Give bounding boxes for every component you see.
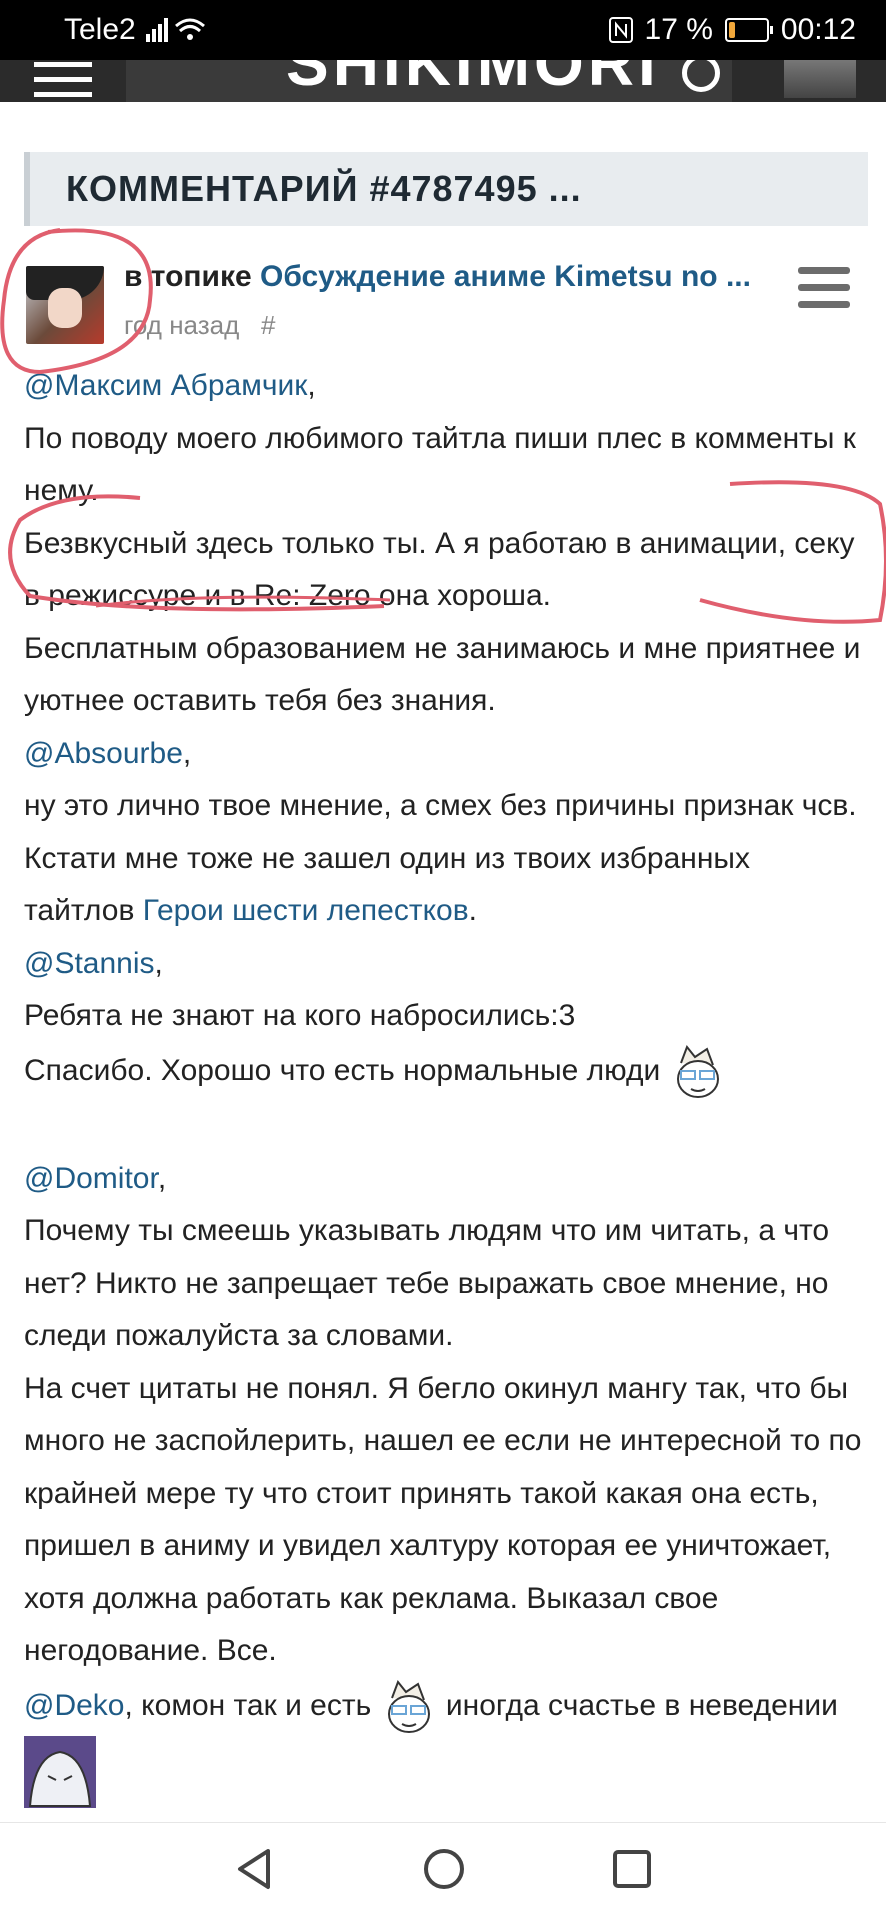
paragraph: Спасибо. Хорошо что есть нормальные люди <box>24 1043 866 1101</box>
battery-icon <box>724 18 773 42</box>
signal-wifi-icon <box>146 18 205 42</box>
home-icon[interactable] <box>422 1847 466 1891</box>
mention-link[interactable]: @Максим Абрамчик <box>24 369 307 402</box>
topic-line: в топике Обсуждение аниме Kimetsu no ... <box>124 260 754 294</box>
paragraph: @Domitor, <box>24 1161 167 1195</box>
smiley-icon <box>676 1044 719 1098</box>
back-icon[interactable] <box>234 1847 274 1891</box>
paragraph: Безвкусный здесь только ты. А я работаю … <box>24 526 855 613</box>
battery-percent: 17 % <box>644 13 713 46</box>
post-meta: год назад # <box>124 310 275 341</box>
text-segment: Спасибо. Хорошо что есть нормальные люди <box>24 1053 661 1087</box>
avatar[interactable] <box>26 266 104 344</box>
mention-link[interactable]: @Stannis <box>24 947 155 980</box>
comment-header: КОММЕНТАРИЙ #4787495 ... <box>24 152 868 226</box>
paragraph: ну это лично твое мнение, а смех без при… <box>24 789 857 927</box>
menu-icon[interactable] <box>34 62 92 102</box>
post-time[interactable]: год назад <box>124 310 239 340</box>
topic-prefix: в топике <box>124 260 252 293</box>
app-header: SHIKIMORI <box>0 60 886 102</box>
clock: 00:12 <box>780 13 856 46</box>
brand-logo: SHIKIMORI <box>286 60 660 99</box>
brand-logo-area[interactable]: SHIKIMORI <box>126 60 732 102</box>
paragraph: Бесплатным образованием не занимаюсь и м… <box>24 631 861 718</box>
user-avatar[interactable] <box>784 60 856 98</box>
text-segment: иногда счастье в неведении <box>445 1688 838 1722</box>
topic-link[interactable]: Обсуждение аниме Kimetsu no ... <box>260 260 751 293</box>
anime-link[interactable]: Герои шести лепестков <box>143 894 469 927</box>
paragraph: @Deko, комон так и есть иногда счастье в… <box>24 1678 866 1808</box>
mention-link[interactable]: @Absourbe <box>24 737 183 770</box>
mention-link[interactable]: @Domitor <box>24 1162 158 1195</box>
sad-smiley-icon <box>24 1735 96 1808</box>
paragraph: На счет цитаты не понял. Я бегло окинул … <box>24 1371 862 1668</box>
paragraph: @Максим Абрамчик, <box>24 369 316 402</box>
mention-link[interactable]: @Deko <box>24 1688 125 1721</box>
comment-menu-icon[interactable] <box>798 267 850 318</box>
recents-icon[interactable] <box>612 1847 652 1891</box>
paragraph: @Absourbe, <box>24 736 192 770</box>
paragraph: Почему ты смеешь указывать людям что им … <box>24 1214 830 1352</box>
paragraph: Ребята не знают на кого набросились:3 <box>24 999 576 1032</box>
paragraph: По поводу моего любимого тайтла пиши пле… <box>24 421 856 508</box>
status-bar: Tele2 17 % 00:12 <box>0 0 886 60</box>
permalink[interactable]: # <box>261 310 275 340</box>
page-title: КОММЕНТАРИЙ #4787495 ... <box>66 168 582 209</box>
paragraph: @Stannis, <box>24 946 163 980</box>
text-segment: , комон так и есть <box>124 1688 372 1722</box>
carrier-label: Tele2 <box>64 13 136 46</box>
system-nav-bar <box>0 1822 886 1921</box>
smiley-icon <box>387 1679 430 1733</box>
nfc-icon <box>608 17 633 43</box>
comment-body: @Максим Абрамчик, По поводу моего любимо… <box>24 360 866 1808</box>
